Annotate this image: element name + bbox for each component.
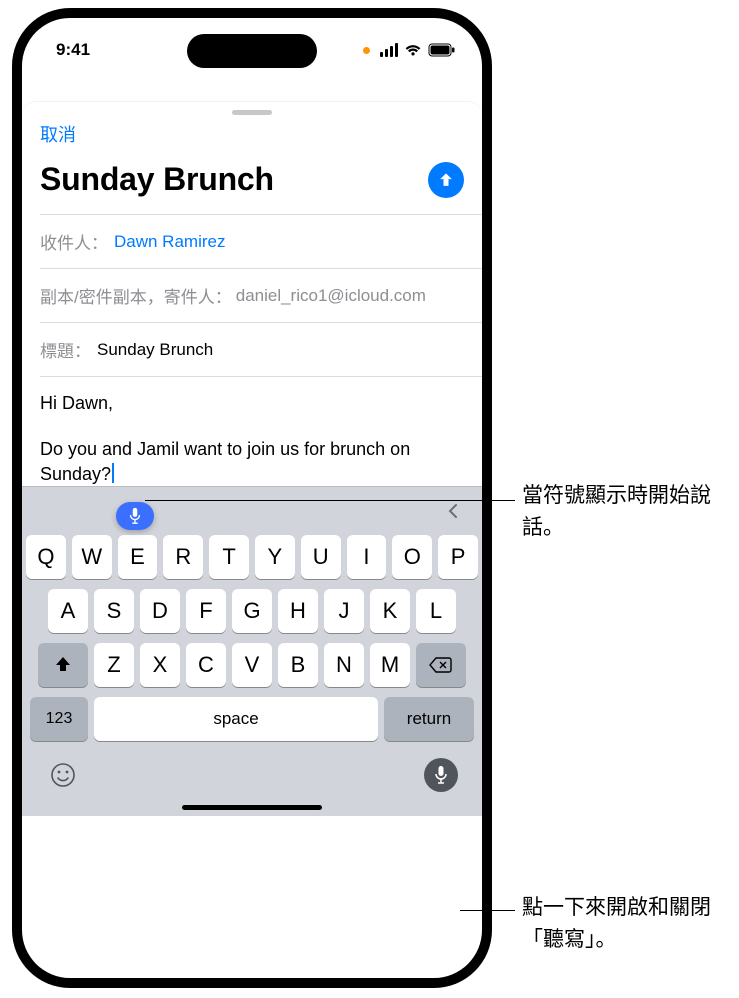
home-indicator[interactable]	[182, 805, 322, 810]
subject-field[interactable]: 標題： Sunday Brunch	[22, 323, 482, 376]
email-body[interactable]: Hi Dawn, Do you and Jamil want to join u…	[22, 377, 482, 486]
cc-label: 副本/密件副本，寄件人：	[40, 283, 232, 308]
suggestion-bar[interactable]	[22, 487, 482, 535]
numbers-key[interactable]: 123	[30, 697, 88, 741]
dictation-indicator[interactable]	[116, 502, 154, 530]
cancel-button[interactable]: 取消	[40, 121, 76, 147]
key-y[interactable]: Y	[255, 535, 295, 579]
key-t[interactable]: T	[209, 535, 249, 579]
key-x[interactable]: X	[140, 643, 180, 687]
key-b[interactable]: B	[278, 643, 318, 687]
shift-key[interactable]	[38, 643, 88, 687]
text-cursor	[112, 463, 114, 483]
to-label: 收件人：	[40, 229, 108, 254]
key-k[interactable]: K	[370, 589, 410, 633]
space-key[interactable]: space	[94, 697, 378, 741]
key-s[interactable]: S	[94, 589, 134, 633]
backspace-key[interactable]	[416, 643, 466, 687]
key-m[interactable]: M	[370, 643, 410, 687]
to-recipient[interactable]: Dawn Ramirez	[114, 232, 225, 252]
subject-label: 標題：	[40, 337, 91, 362]
key-n[interactable]: N	[324, 643, 364, 687]
cell-signal-icon	[380, 43, 398, 57]
microphone-icon	[434, 765, 448, 785]
dynamic-island	[187, 34, 317, 68]
status-time: 9:41	[56, 40, 90, 60]
key-o[interactable]: O	[392, 535, 432, 579]
key-d[interactable]: D	[140, 589, 180, 633]
key-a[interactable]: A	[48, 589, 88, 633]
to-field[interactable]: 收件人： Dawn Ramirez	[22, 215, 482, 268]
backspace-icon	[429, 656, 453, 674]
arrow-up-icon	[436, 170, 456, 190]
key-v[interactable]: V	[232, 643, 272, 687]
collapse-suggestions-icon[interactable]	[440, 497, 468, 525]
microphone-icon	[128, 507, 142, 525]
from-email: daniel_rico1@icloud.com	[236, 286, 426, 306]
key-w[interactable]: W	[72, 535, 112, 579]
sheet-nav: 取消	[22, 119, 482, 149]
callout-line-2	[460, 910, 515, 911]
subject-value: Sunday Brunch	[97, 340, 213, 360]
callout-dictation-indicator: 當符號顯示時開始說話。	[522, 480, 722, 543]
key-u[interactable]: U	[301, 535, 341, 579]
mic-in-use-dot	[363, 47, 370, 54]
wifi-icon	[404, 43, 422, 57]
key-j[interactable]: J	[324, 589, 364, 633]
key-r[interactable]: R	[163, 535, 203, 579]
compose-sheet: 取消 Sunday Brunch 收件人： Dawn Ramirez 副本/密件…	[22, 102, 482, 486]
keyboard-dock	[22, 751, 482, 801]
key-i[interactable]: I	[347, 535, 387, 579]
shift-icon	[53, 655, 73, 675]
keyboard: QWERTYUIOP ASDFGHJKL ZXCVBNM 123 space r…	[22, 486, 482, 816]
key-f[interactable]: F	[186, 589, 226, 633]
send-button[interactable]	[428, 162, 464, 198]
screen: 9:41 取消 Sunday Brunch	[22, 18, 482, 978]
battery-icon	[428, 43, 456, 57]
key-h[interactable]: H	[278, 589, 318, 633]
callout-mic-button: 點一下來開啟和關閉「聽寫」。	[522, 892, 732, 955]
return-key[interactable]: return	[384, 697, 474, 741]
key-l[interactable]: L	[416, 589, 456, 633]
key-z[interactable]: Z	[94, 643, 134, 687]
sheet-grabber[interactable]	[232, 110, 272, 115]
key-c[interactable]: C	[186, 643, 226, 687]
dictation-toggle-button[interactable]	[424, 758, 458, 792]
compose-heading: Sunday Brunch	[40, 161, 274, 198]
body-line-2: Do you and Jamil want to join us for bru…	[40, 439, 410, 483]
key-g[interactable]: G	[232, 589, 272, 633]
key-q[interactable]: Q	[26, 535, 66, 579]
key-p[interactable]: P	[438, 535, 478, 579]
emoji-key[interactable]	[46, 758, 80, 792]
iphone-frame: 9:41 取消 Sunday Brunch	[12, 8, 492, 988]
callout-line-1	[145, 500, 515, 501]
compose-title-bar: Sunday Brunch	[22, 149, 482, 214]
body-line-1: Hi Dawn,	[40, 391, 464, 415]
key-e[interactable]: E	[118, 535, 158, 579]
cc-bcc-from-field[interactable]: 副本/密件副本，寄件人： daniel_rico1@icloud.com	[22, 269, 482, 322]
smiley-icon	[50, 762, 76, 788]
